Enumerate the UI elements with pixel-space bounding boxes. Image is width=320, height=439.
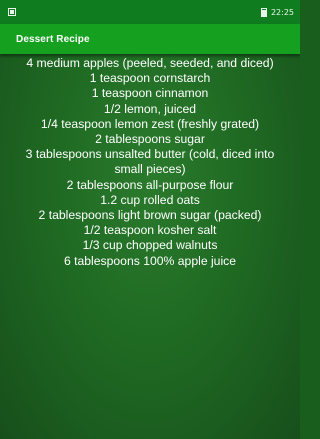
status-right: 22:25 — [260, 7, 294, 17]
ingredient-line: 2 tablespoons light brown sugar (packed) — [38, 208, 262, 223]
ingredient-line: 2 tablespoons sugar — [95, 132, 205, 147]
notification-icon — [8, 8, 16, 16]
ingredient-line: 3 tablespoons unsalted butter (cold, dic… — [25, 147, 275, 177]
app-title: Dessert Recipe — [16, 33, 90, 45]
ingredient-line: 1/4 teaspoon lemon zest (freshly grated) — [40, 116, 260, 131]
ingredient-line: 2 tablespoons all-purpose flour — [66, 177, 234, 192]
status-bar: 22:25 — [0, 0, 300, 24]
app-screen: 22:25 Dessert Recipe 4 medium apples (pe… — [0, 0, 300, 439]
ingredient-line: 1.2 cup rolled oats — [100, 192, 200, 207]
battery-icon — [260, 7, 267, 17]
ingredient-line: 1/2 teaspoon kosher salt — [83, 223, 217, 238]
ingredient-line: 6 tablespoons 100% apple juice — [63, 253, 237, 268]
ingredient-line: 1 teaspoon cinnamon — [91, 86, 209, 101]
ingredient-line: 1/2 lemon, juiced — [103, 101, 197, 116]
ingredient-line: 1/3 cup chopped walnuts — [82, 238, 218, 253]
ingredient-line: 4 medium apples (peeled, seeded, and dic… — [26, 56, 274, 70]
status-left — [8, 8, 16, 16]
app-bar: Dessert Recipe — [0, 24, 300, 54]
status-time: 22:25 — [270, 7, 294, 17]
ingredient-line: 1 teaspoon cornstarch — [89, 71, 211, 86]
recipe-content: 4 medium apples (peeled, seeded, and dic… — [0, 56, 300, 269]
